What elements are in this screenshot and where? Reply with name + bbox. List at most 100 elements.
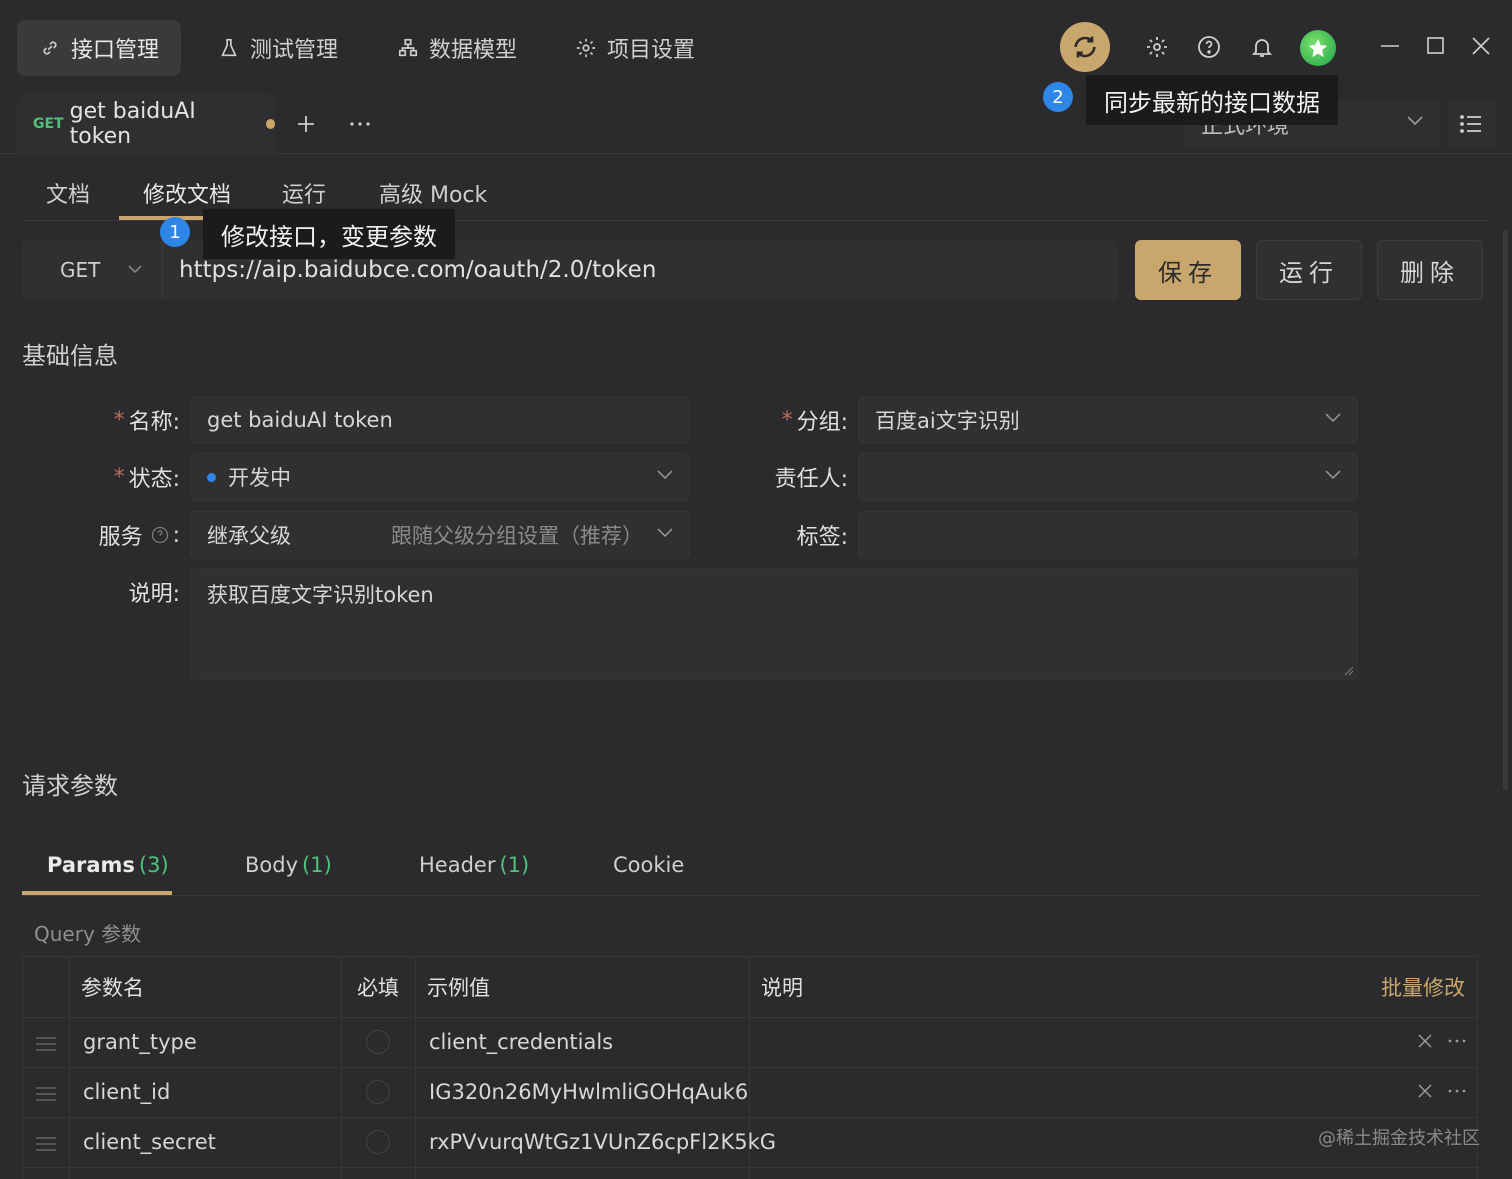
minimize-icon[interactable] [1380,44,1400,48]
tooltip-step-badge: 1 [160,217,190,247]
menu-list-button[interactable] [1447,100,1495,148]
column-header-required: 必填 [357,976,399,1000]
param-description-cell[interactable] [749,1117,763,1167]
tab-cookie[interactable]: Cookie [613,838,688,892]
tab-params[interactable]: Params (3) [47,838,169,892]
more-horizontal-icon [349,121,371,127]
subtab-docs[interactable]: 文档 [46,166,90,220]
drag-handle-icon[interactable] [36,1083,56,1105]
tab-method-badge: GET [33,116,64,132]
drag-handle-icon[interactable] [36,1033,56,1055]
tab-label: Body [245,853,299,877]
required-asterisk: * [781,407,793,433]
param-example-cell[interactable]: IG320n26MyHwlmliGOHqAuk6 [415,1067,748,1117]
service-label-text: 服务 [98,525,143,550]
more-tabs-button[interactable] [344,108,376,140]
tab-count: (1) [302,853,332,877]
group-value: 百度ai文字识别 [875,409,1020,433]
basic-info-title: 基础信息 [22,342,118,370]
owner-select[interactable] [858,453,1358,501]
row-more-icon[interactable] [1448,1039,1466,1043]
service-label: 服务 : [60,511,180,559]
required-checkbox[interactable] [366,1130,390,1154]
params-tab-divider [22,895,1480,896]
vertical-scrollbar[interactable] [1503,230,1508,790]
tab-header[interactable]: Header (1) [419,838,529,892]
description-textarea[interactable]: 获取百度文字识别token [190,568,1358,680]
tags-label: 标签: [796,525,848,550]
run-button[interactable]: 运行 [1256,240,1362,300]
column-header-description: 说明 [761,976,803,1000]
bell-icon [1250,35,1274,59]
notifications-button[interactable] [1246,31,1278,63]
tab-title: get baiduAI token [69,99,196,149]
row-divider [23,1167,1479,1168]
maximize-icon[interactable] [1427,37,1445,55]
new-tab-button[interactable] [290,108,322,140]
group-label: * 分组: [730,396,848,444]
required-checkbox[interactable] [366,1030,390,1054]
nav-tab-api-management[interactable]: 接口管理 [17,20,182,76]
resize-handle-icon[interactable] [1342,664,1354,676]
param-name-cell[interactable]: grant_type [69,1017,197,1067]
plus-icon [296,114,316,134]
delete-button[interactable]: 删除 [1377,240,1483,300]
param-description-cell[interactable] [749,1067,763,1117]
drag-handle-icon[interactable] [36,1133,56,1155]
nav-tab-label: 项目设置 [607,38,696,63]
nav-tab-project-settings[interactable]: 项目设置 [553,20,717,76]
params-table: 参数名 必填 示例值 说明 批量修改 grant_type client_cre… [22,956,1479,1179]
bulk-edit-link[interactable]: 批量修改 [1369,957,1465,1017]
nav-tab-data-models[interactable]: 数据模型 [375,20,539,76]
remove-row-icon[interactable] [1417,1083,1433,1099]
gear-icon [1145,35,1169,59]
owner-label: 责任人: [774,467,848,492]
http-method-select[interactable]: GET [22,240,162,300]
save-button[interactable]: 保存 [1135,240,1241,300]
sync-button[interactable] [1060,22,1110,72]
nav-tab-test-management[interactable]: 测试管理 [196,20,360,76]
chevron-down-icon [1407,116,1423,126]
tab-count: (3) [138,853,169,877]
column-divider [341,957,342,1179]
unsaved-dot-icon [265,119,275,129]
name-input[interactable]: get baiduAI token [190,396,690,444]
param-example-cell[interactable]: rxPVvurqWtGz1VUnZ6cpFl2K5kG [415,1117,776,1167]
hierarchy-icon [397,37,419,59]
required-checkbox[interactable] [366,1080,390,1104]
tags-input[interactable] [858,511,1358,559]
param-example-cell[interactable]: client_credentials [415,1017,613,1067]
settings-button[interactable] [1141,31,1173,63]
query-params-label: Query 参数 [34,922,142,946]
url-value: https://aip.baidubce.com/oauth/2.0/token [179,257,657,283]
param-name-cell[interactable]: client_secret [69,1117,216,1167]
name-value: get baiduAI token [207,408,393,432]
service-value: 继承父级 [207,524,291,548]
avatar[interactable] [1300,30,1336,66]
status-select[interactable]: 开发中 [190,453,690,501]
help-circle-icon [1197,35,1221,59]
status-label-text: 状态: [128,467,180,492]
help-circle-icon[interactable] [151,526,169,544]
param-description-cell[interactable] [749,1017,763,1067]
document-tab[interactable]: GET get baiduAI token [17,94,275,154]
param-name-cell[interactable]: client_id [69,1067,170,1117]
gear-icon [575,37,597,59]
sync-tooltip: 同步最新的接口数据 [1086,75,1338,125]
row-more-icon[interactable] [1448,1089,1466,1093]
tab-count: (1) [499,853,530,877]
group-select[interactable]: 百度ai文字识别 [858,396,1358,444]
status-label: * 状态: [60,453,180,501]
tab-body[interactable]: Body (1) [245,838,332,892]
help-button[interactable] [1193,31,1225,63]
remove-row-icon[interactable] [1417,1033,1433,1049]
watermark: @稀土掘金技术社区 [1318,1128,1480,1149]
required-asterisk: * [113,407,125,433]
tab-label: Cookie [613,853,685,877]
tooltip-step-badge: 2 [1043,82,1073,112]
name-label: * 名称: [60,396,180,444]
service-select[interactable]: 继承父级 跟随父级分组设置（推荐） [190,511,690,559]
close-icon[interactable] [1471,36,1491,56]
description-label: 说明: [128,582,180,607]
column-header-name: 参数名 [81,976,144,1000]
